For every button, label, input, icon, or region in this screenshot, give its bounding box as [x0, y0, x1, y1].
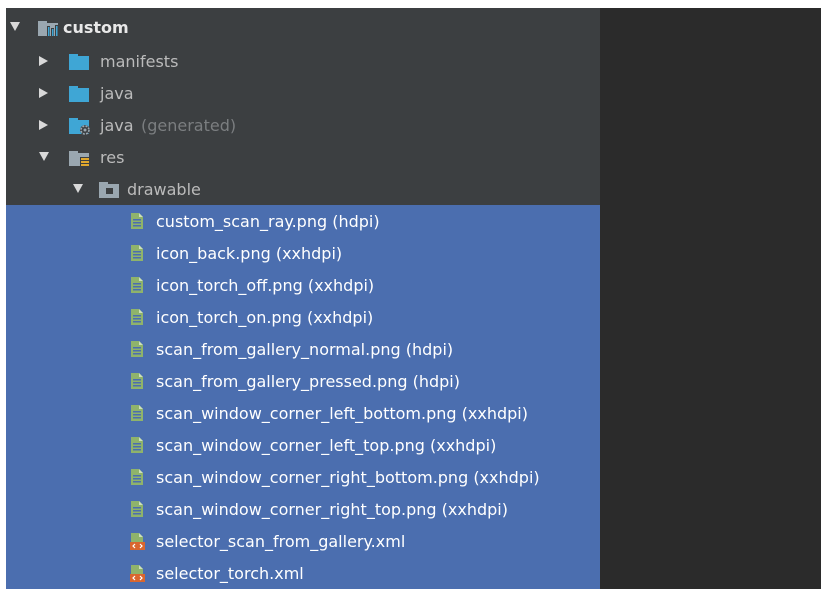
file-label: icon_torch_off.png (xxhdpi)	[156, 275, 375, 295]
tree-node-res[interactable]: res	[6, 141, 600, 173]
ide-window: custom manifests java java (generated) r…	[6, 8, 821, 589]
generated-source-folder-icon	[69, 118, 93, 140]
tree-node-java[interactable]: java	[6, 77, 600, 109]
file-label: scan_from_gallery_normal.png (hdpi)	[156, 339, 454, 359]
tree-node-label: java	[100, 83, 134, 103]
module-folder-icon	[38, 19, 60, 41]
folder-icon	[69, 54, 91, 74]
file-label: scan_from_gallery_pressed.png (hdpi)	[156, 371, 460, 391]
file-label: icon_torch_on.png (xxhdpi)	[156, 307, 374, 327]
file-row[interactable]: scan_window_corner_left_bottom.png (xxhd…	[6, 397, 600, 429]
file-row[interactable]: scan_window_corner_left_top.png (xxhdpi)	[6, 429, 600, 461]
tree-node-custom[interactable]: custom	[6, 11, 600, 43]
tree-node-java-generated[interactable]: java (generated)	[6, 109, 600, 141]
file-row[interactable]: icon_torch_on.png (xxhdpi)	[6, 301, 600, 333]
tree-node-label: java	[100, 115, 134, 135]
file-label: selector_scan_from_gallery.xml	[156, 531, 406, 551]
file-row[interactable]: scan_window_corner_right_top.png (xxhdpi…	[6, 493, 600, 525]
generated-suffix: (generated)	[141, 115, 237, 135]
tree-node-manifests[interactable]: manifests	[6, 45, 600, 77]
image-file-icon	[130, 308, 144, 330]
file-label: selector_torch.xml	[156, 563, 304, 583]
file-row[interactable]: icon_back.png (xxhdpi)	[6, 237, 600, 269]
image-file-icon	[130, 276, 144, 298]
file-row[interactable]: icon_torch_off.png (xxhdpi)	[6, 269, 600, 301]
file-label: icon_back.png (xxhdpi)	[156, 243, 343, 263]
image-file-icon	[130, 340, 144, 362]
image-file-icon	[130, 372, 144, 394]
xml-file-icon	[130, 564, 146, 586]
file-row[interactable]: scan_from_gallery_pressed.png (hdpi)	[6, 365, 600, 397]
file-label: scan_window_corner_right_bottom.png (xxh…	[156, 467, 540, 487]
file-row[interactable]: selector_torch.xml	[6, 557, 600, 589]
expand-arrow-icon[interactable]	[39, 152, 49, 161]
tree-node-drawable[interactable]: drawable	[6, 173, 600, 205]
tree-node-label: res	[100, 147, 125, 167]
file-row[interactable]: custom_scan_ray.png (hdpi)	[6, 205, 600, 237]
drawable-folder-icon	[99, 182, 121, 202]
project-tree[interactable]: custom manifests java java (generated) r…	[6, 8, 600, 589]
image-file-icon	[130, 436, 144, 458]
image-file-icon	[130, 404, 144, 426]
xml-file-icon	[130, 532, 146, 554]
image-file-icon	[130, 212, 144, 234]
tree-node-label: custom	[63, 17, 129, 37]
file-label: scan_window_corner_left_bottom.png (xxhd…	[156, 403, 528, 423]
image-file-icon	[130, 500, 144, 522]
tree-node-label: manifests	[100, 51, 179, 71]
editor-area	[600, 8, 821, 589]
file-row[interactable]: selector_scan_from_gallery.xml	[6, 525, 600, 557]
collapse-arrow-icon[interactable]	[39, 120, 48, 130]
tree-node-label: drawable	[127, 179, 201, 199]
file-label: scan_window_corner_right_top.png (xxhdpi…	[156, 499, 508, 519]
resources-folder-icon	[69, 149, 91, 171]
image-file-icon	[130, 244, 144, 266]
file-label: custom_scan_ray.png (hdpi)	[156, 211, 380, 231]
image-file-icon	[130, 468, 144, 490]
file-row[interactable]: scan_from_gallery_normal.png (hdpi)	[6, 333, 600, 365]
collapse-arrow-icon[interactable]	[39, 88, 48, 98]
expand-arrow-icon[interactable]	[10, 22, 20, 31]
file-label: scan_window_corner_left_top.png (xxhdpi)	[156, 435, 497, 455]
file-row[interactable]: scan_window_corner_right_bottom.png (xxh…	[6, 461, 600, 493]
expand-arrow-icon[interactable]	[73, 184, 83, 193]
source-folder-icon	[69, 86, 91, 106]
collapse-arrow-icon[interactable]	[39, 56, 48, 66]
